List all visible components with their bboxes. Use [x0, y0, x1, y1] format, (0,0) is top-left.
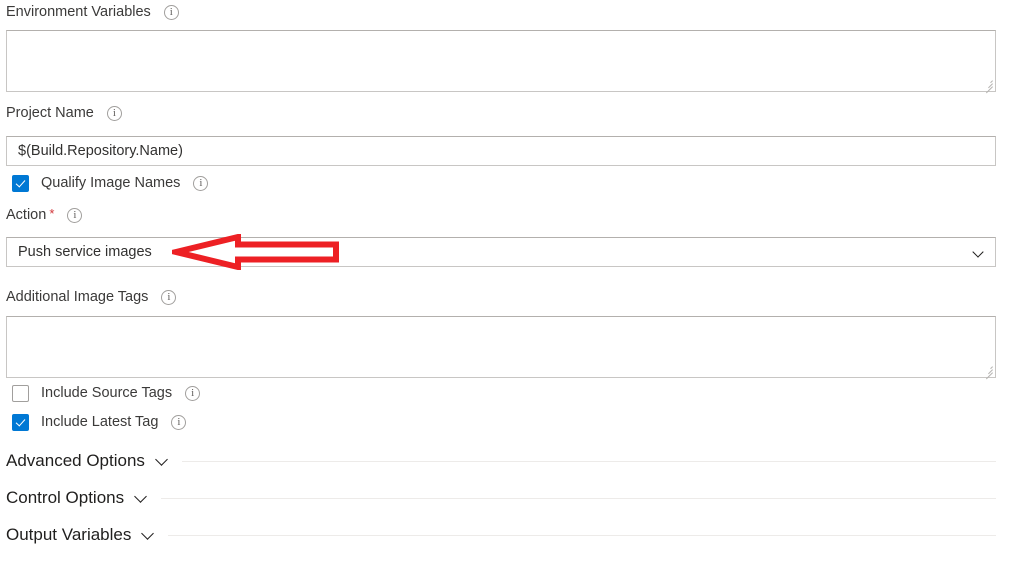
action-selected-value: Push service images — [18, 244, 152, 260]
environment-variables-label: Environment Variables i — [6, 3, 179, 21]
field-label-text: Additional Image Tags — [6, 289, 149, 305]
chevron-down-icon[interactable] — [156, 455, 168, 467]
info-icon[interactable]: i — [106, 105, 122, 121]
section-title: Control Options — [6, 488, 125, 507]
section-divider — [168, 534, 996, 536]
include-latest-tag-label: Include Latest Tag — [41, 414, 159, 430]
project-name-value: $(Build.Repository.Name) — [18, 143, 183, 159]
field-label-text: Project Name — [6, 105, 94, 121]
include-source-tags-checkbox-row[interactable]: Include Source Tags i — [12, 383, 201, 403]
include-source-tags-label: Include Source Tags — [41, 385, 173, 401]
include-latest-tag-checkbox-row[interactable]: Include Latest Tag i — [12, 412, 187, 432]
section-control-options[interactable]: Control Options — [6, 486, 996, 510]
info-icon[interactable]: i — [67, 207, 83, 223]
action-dropdown[interactable]: Push service images — [6, 237, 996, 267]
checkbox-unchecked-icon[interactable] — [12, 384, 29, 402]
chevron-down-icon[interactable] — [135, 492, 147, 504]
section-title: Output Variables — [6, 525, 132, 544]
info-icon[interactable]: i — [163, 4, 179, 20]
qualify-image-names-label: Qualify Image Names — [41, 175, 181, 191]
info-icon[interactable]: i — [193, 175, 209, 191]
resize-grip-icon[interactable] — [981, 77, 993, 94]
checkbox-checked-icon[interactable] — [12, 174, 29, 192]
chevron-down-icon[interactable] — [142, 529, 154, 541]
section-title: Advanced Options — [6, 451, 145, 470]
info-icon[interactable]: i — [185, 385, 201, 401]
additional-image-tags-textarea[interactable] — [6, 316, 996, 380]
project-name-label: Project Name i — [6, 104, 122, 122]
qualify-image-names-checkbox-row[interactable]: Qualify Image Names i — [12, 173, 209, 193]
section-output-variables[interactable]: Output Variables — [6, 523, 996, 547]
field-label-text: Environment Variables — [6, 4, 151, 20]
info-icon[interactable]: i — [161, 289, 177, 305]
task-settings-form: Environment Variables i Project Name i $… — [0, 0, 1024, 578]
required-marker: * — [49, 205, 55, 221]
additional-image-tags-label: Additional Image Tags i — [6, 288, 177, 306]
environment-variables-textarea[interactable] — [6, 30, 996, 94]
chevron-down-icon[interactable] — [973, 247, 984, 258]
section-divider — [161, 497, 996, 499]
project-name-input[interactable]: $(Build.Repository.Name) — [6, 136, 996, 166]
field-label-text: Action — [6, 207, 47, 223]
checkbox-checked-icon[interactable] — [12, 413, 29, 431]
action-label: Action * i — [6, 205, 83, 224]
info-icon[interactable]: i — [171, 414, 187, 430]
section-advanced-options[interactable]: Advanced Options — [6, 449, 996, 473]
section-divider — [181, 460, 996, 462]
resize-grip-icon[interactable] — [981, 363, 993, 380]
